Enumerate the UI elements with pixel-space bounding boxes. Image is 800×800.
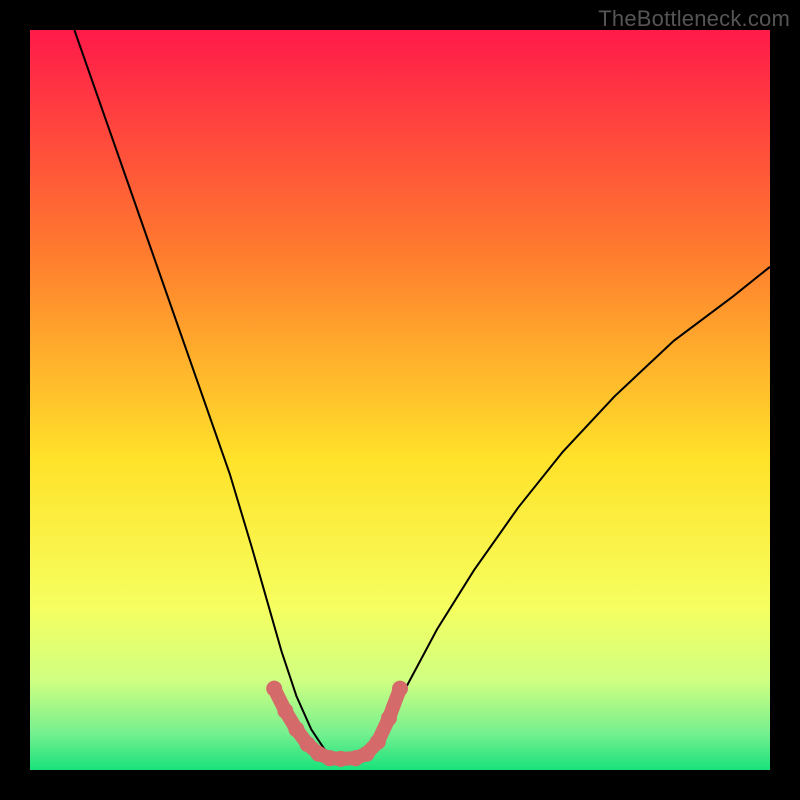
watermark-label: TheBottleneck.com [598, 6, 790, 32]
highlight-dot [381, 710, 397, 726]
highlight-dot [370, 734, 386, 750]
highlight-dot [277, 703, 293, 719]
highlight-dot [359, 746, 375, 762]
curve-layer [30, 30, 770, 770]
chart-stage: TheBottleneck.com [0, 0, 800, 800]
bottleneck-curve [74, 30, 770, 759]
highlight-dot [266, 681, 282, 697]
highlight-dot [392, 681, 408, 697]
plot-area [30, 30, 770, 770]
highlight-dot [288, 721, 304, 737]
highlight-dot [333, 751, 349, 767]
